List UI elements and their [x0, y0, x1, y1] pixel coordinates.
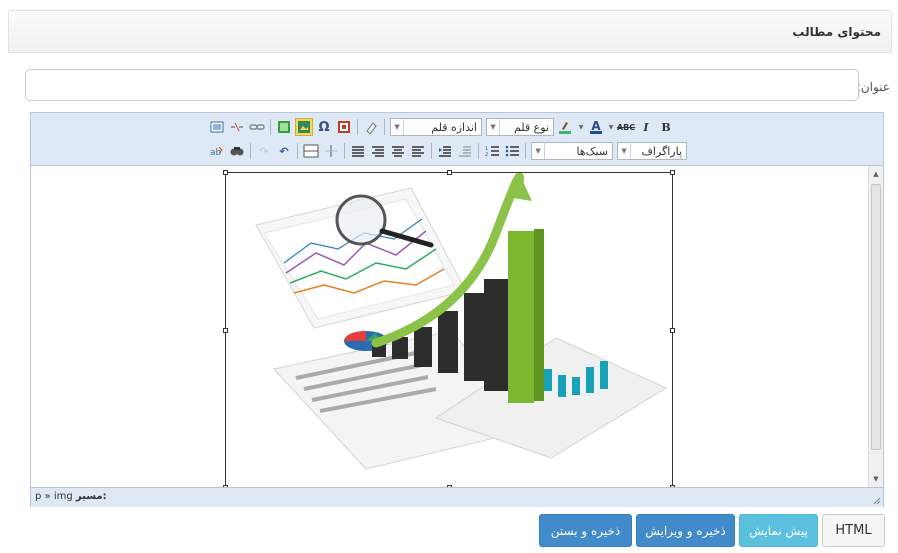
business-chart-image	[255, 172, 668, 470]
scrollbar-thumb[interactable]	[871, 184, 881, 450]
editor-statusbar: p » img مسیر:	[31, 487, 883, 507]
resize-handle[interactable]	[223, 170, 228, 175]
align-left-icon[interactable]	[409, 142, 427, 160]
find-icon[interactable]	[228, 142, 246, 160]
insert-file-icon[interactable]	[335, 118, 353, 136]
toolbar-separator	[478, 143, 479, 159]
preview-button[interactable]: پیش نمایش	[739, 514, 818, 547]
outdent-icon[interactable]	[436, 142, 454, 160]
title-input[interactable]	[25, 69, 859, 101]
font-size-select[interactable]: اندازه قلم ▼	[390, 118, 482, 136]
path-value[interactable]: p » img	[35, 491, 73, 502]
resize-grip-icon[interactable]	[873, 497, 881, 505]
indent-icon[interactable]	[456, 142, 474, 160]
link-icon[interactable]	[248, 118, 266, 136]
fullscreen-icon[interactable]	[208, 118, 226, 136]
svg-text:2: 2	[485, 152, 488, 157]
undo-icon[interactable]: ↶	[275, 142, 293, 160]
rich-text-editor: Ω اندازه قلم ▼ نوع قلم ▼ ▼ A ▼ ABC I B ab …	[30, 112, 884, 507]
horizontal-rule-icon[interactable]	[322, 142, 340, 160]
insert-media-icon[interactable]	[275, 118, 293, 136]
toolbar-separator	[250, 143, 251, 159]
scroll-up-icon[interactable]: ▲	[869, 167, 883, 181]
insert-image-icon[interactable]	[295, 118, 313, 136]
html-button[interactable]: HTML	[822, 514, 885, 547]
scroll-down-icon[interactable]: ▼	[869, 472, 883, 486]
bold-icon[interactable]: B	[657, 118, 675, 136]
bullet-list-icon[interactable]	[503, 142, 521, 160]
toolbar-separator	[297, 143, 298, 159]
path-label: مسیر:	[75, 491, 107, 502]
align-center-icon[interactable]	[389, 142, 407, 160]
toolbar-separator	[431, 143, 432, 159]
editor-scrollbar[interactable]: ▲ ▼	[868, 166, 883, 487]
paragraph-select[interactable]: پاراگراف ▼	[617, 142, 687, 160]
chevron-down-icon: ▼	[618, 143, 631, 159]
font-family-select[interactable]: نوع قلم ▼	[486, 118, 554, 136]
editor-toolbar: Ω اندازه قلم ▼ نوع قلم ▼ ▼ A ▼ ABC I B ab …	[31, 113, 883, 166]
toolbar-separator	[344, 143, 345, 159]
element-path: p » img مسیر:	[35, 491, 107, 502]
align-justify-icon[interactable]	[349, 142, 367, 160]
panel-header: محتوای مطالب	[8, 10, 892, 53]
italic-icon[interactable]: I	[637, 118, 655, 136]
resize-handle[interactable]	[223, 328, 228, 333]
chevron-down-icon: ▼	[391, 119, 404, 135]
chevron-down-icon[interactable]: ▼	[607, 118, 615, 136]
resize-handle[interactable]	[670, 328, 675, 333]
replace-icon[interactable]: ab	[208, 142, 226, 160]
styles-value: سبک‌ها	[576, 144, 608, 158]
eraser-icon[interactable]	[362, 118, 380, 136]
toolbar-separator	[357, 119, 358, 135]
redo-icon[interactable]: ↷	[255, 142, 273, 160]
toolbar-separator	[525, 143, 526, 159]
title-label: عنوان:	[856, 80, 890, 94]
svg-text:ab: ab	[210, 148, 222, 158]
resize-handle[interactable]	[447, 170, 452, 175]
unlink-icon[interactable]	[228, 118, 246, 136]
special-char-icon[interactable]: Ω	[315, 118, 333, 136]
font-size-value: اندازه قلم	[431, 120, 477, 134]
font-color-icon[interactable]: A	[587, 118, 605, 136]
chevron-down-icon: ▼	[487, 119, 500, 135]
toolbar-row-1: Ω اندازه قلم ▼ نوع قلم ▼ ▼ A ▼ ABC I B	[207, 117, 707, 137]
styles-select[interactable]: سبک‌ها ▼	[531, 142, 613, 160]
toolbar-separator	[384, 119, 385, 135]
panel-title: محتوای مطالب	[792, 25, 881, 39]
save-and-close-button[interactable]: ذخیره و بستن	[539, 514, 632, 547]
highlight-color-icon[interactable]	[557, 118, 575, 136]
strikethrough-icon[interactable]: ABC	[617, 118, 635, 136]
toolbar-separator	[270, 119, 271, 135]
font-family-value: نوع قلم	[513, 120, 549, 134]
selected-image[interactable]	[223, 170, 675, 487]
paragraph-value: پاراگراف	[641, 144, 682, 158]
table-icon[interactable]	[302, 142, 320, 160]
numbered-list-icon[interactable]: 12	[483, 142, 501, 160]
chevron-down-icon[interactable]: ▼	[577, 118, 585, 136]
chevron-down-icon: ▼	[532, 143, 545, 159]
editor-content[interactable]	[31, 166, 868, 487]
toolbar-row-2: ab ↷ ↶ 12 سبک‌ها ▼ پاراگراف ▼	[207, 141, 707, 161]
resize-handle[interactable]	[670, 170, 675, 175]
align-right-icon[interactable]	[369, 142, 387, 160]
save-and-edit-button[interactable]: ذخیره و ویرایش	[636, 514, 735, 547]
